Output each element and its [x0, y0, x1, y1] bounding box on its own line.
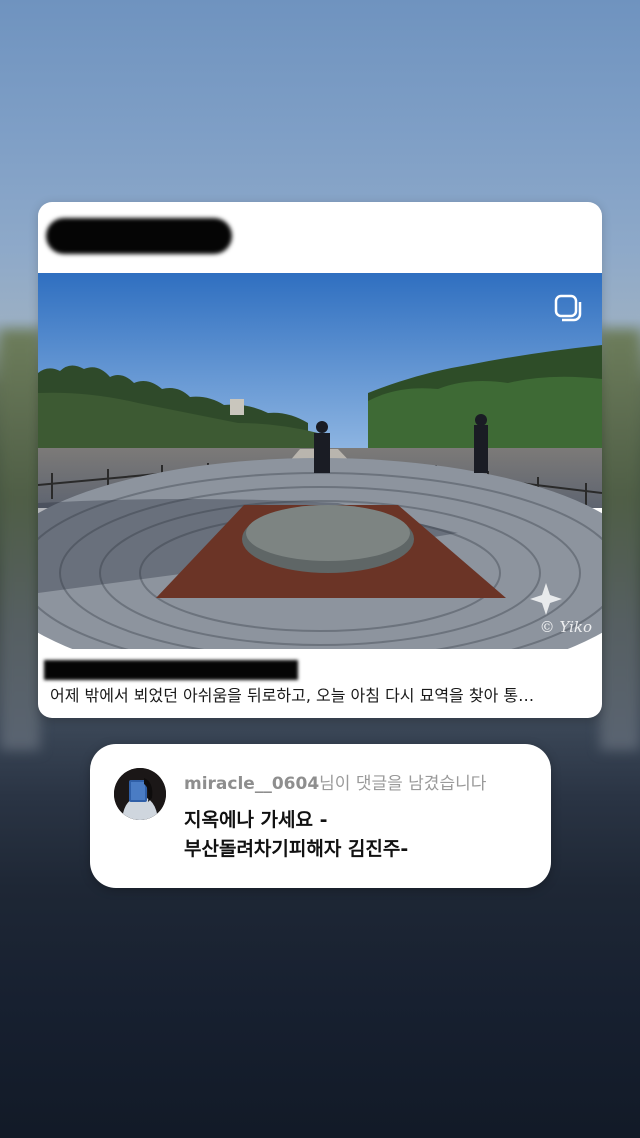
background-blur-left	[0, 330, 40, 750]
comment-line-2: 부산돌려차기피해자 김진주-	[184, 838, 409, 860]
avatar[interactable]	[114, 768, 166, 820]
post-caption-area: 어제 밖에서 뵈었던 아쉬움을 뒤로하고, 오늘 아침 다시 묘역을 찾아 통…	[38, 650, 602, 718]
comment-header-suffix: 님이 댓글을 남겼습니다	[319, 774, 487, 794]
shared-post-card[interactable]: © Yiko 어제 밖에서 뵈었던 아쉬움을 뒤로하고, 오늘 아침 다시 묘역…	[38, 202, 602, 718]
photo-watermark: © Yiko	[539, 618, 592, 636]
multiple-photos-icon	[554, 294, 582, 322]
comment-line-1: 지옥에나 가세요 -	[184, 809, 328, 831]
post-caption: 어제 밖에서 뵈었던 아쉬움을 뒤로하고, 오늘 아침 다시 묘역을 찾아 통…	[50, 686, 535, 705]
comment-notification-card[interactable]: miracle__0604님이 댓글을 남겼습니다 지옥에나 가세요 - 부산돌…	[90, 744, 551, 888]
post-header	[38, 202, 602, 272]
commenter-username[interactable]: miracle__0604	[184, 774, 319, 794]
background-blur-right	[600, 330, 640, 750]
redacted-username	[46, 218, 232, 254]
post-photo	[38, 273, 602, 649]
redacted-caption-line	[44, 660, 298, 680]
comment-header: miracle__0604님이 댓글을 남겼습니다	[184, 769, 486, 794]
comment-text: 지옥에나 가세요 - 부산돌려차기피해자 김진주-	[184, 806, 408, 864]
